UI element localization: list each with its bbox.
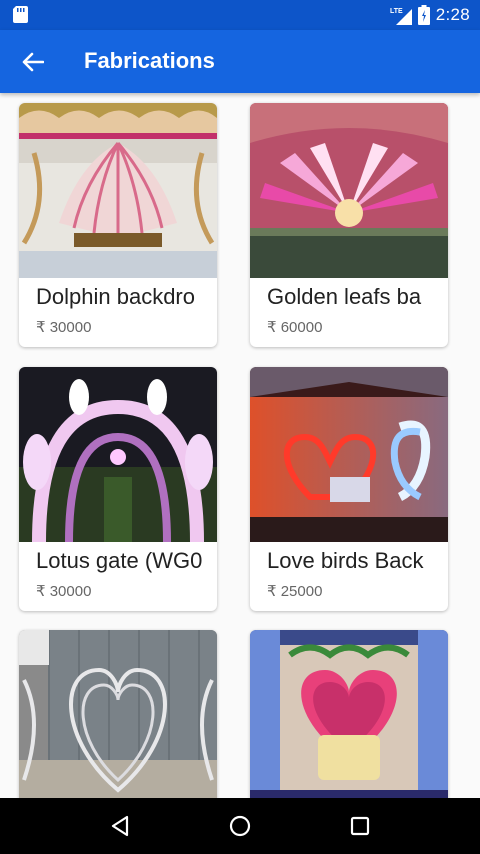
product-image — [19, 103, 217, 278]
product-price: ₹ 25000 — [267, 583, 323, 600]
product-image — [250, 630, 448, 798]
product-image — [19, 367, 217, 542]
recents-square-icon — [350, 816, 370, 836]
product-name: Golden leafs ba — [267, 284, 422, 309]
back-button[interactable] — [18, 47, 48, 77]
product-card[interactable] — [19, 630, 217, 798]
product-card[interactable]: Golden leafs ba ₹ 60000 — [250, 103, 448, 347]
nav-home-button[interactable] — [220, 806, 260, 846]
product-image — [250, 367, 448, 542]
product-card[interactable] — [250, 630, 448, 798]
product-card[interactable]: Lotus gate (WG0 ₹ 30000 — [19, 367, 217, 611]
product-image — [19, 630, 217, 798]
page-title: Fabrications — [84, 48, 215, 73]
product-name: Love birds Back — [267, 548, 424, 573]
nav-recents-button[interactable] — [340, 806, 380, 846]
home-circle-icon — [229, 815, 251, 837]
product-name: Lotus gate (WG0 — [36, 548, 203, 573]
product-grid: Dolphin backdro ₹ 30000 Golden leafs ba … — [0, 93, 480, 798]
network-label: LTE — [390, 8, 403, 15]
status-bar: LTE 2:28 — [0, 0, 480, 30]
product-price: ₹ 60000 — [267, 319, 323, 336]
back-triangle-icon — [111, 815, 129, 837]
product-price: ₹ 30000 — [36, 583, 92, 600]
product-image — [250, 103, 448, 278]
system-nav-bar — [0, 798, 480, 854]
app-bar: Fabrications — [0, 30, 480, 93]
clock: 2:28 — [435, 5, 470, 24]
product-card[interactable]: Dolphin backdro ₹ 30000 — [19, 103, 217, 347]
product-card[interactable]: Love birds Back ₹ 25000 — [250, 367, 448, 611]
product-name: Dolphin backdro — [36, 284, 195, 309]
sd-card-icon — [13, 6, 28, 23]
product-price: ₹ 30000 — [36, 319, 92, 336]
battery-icon — [417, 5, 430, 25]
nav-back-button[interactable] — [100, 806, 140, 846]
arrow-back-icon — [22, 52, 44, 72]
signal-icon: LTE — [390, 8, 412, 25]
